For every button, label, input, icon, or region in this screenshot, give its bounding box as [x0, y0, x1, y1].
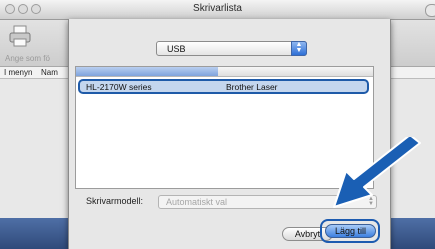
printer-name: HL-2170W series [86, 82, 152, 92]
pointer-arrow-icon [333, 137, 421, 208]
printer-kind: Brother Laser [226, 82, 278, 92]
toolbar-toggle-icon[interactable] [425, 4, 435, 17]
up-down-arrows-icon: ▲ ▼ [291, 41, 307, 56]
sorted-column-header[interactable] [76, 67, 218, 76]
connection-type-popup[interactable]: USB ▲ ▼ [156, 41, 307, 56]
list-column-header [76, 67, 373, 77]
column-name[interactable]: Nam [41, 67, 58, 78]
window-title: Skrivarlista [193, 3, 242, 14]
default-printer-label: Ange som fö [5, 54, 50, 63]
column-in-menu[interactable]: I menyn [4, 67, 32, 78]
printer-model-value: Automatiskt val [166, 197, 228, 207]
add-button[interactable]: Lägg till [325, 224, 376, 238]
printer-icon[interactable] [6, 25, 34, 49]
connection-type-value: USB [167, 44, 186, 54]
title-bar: Skrivarlista [0, 0, 435, 20]
printer-model-label: Skrivarmodell: [86, 196, 144, 206]
printer-row[interactable]: HL-2170W series Brother Laser [78, 79, 369, 94]
